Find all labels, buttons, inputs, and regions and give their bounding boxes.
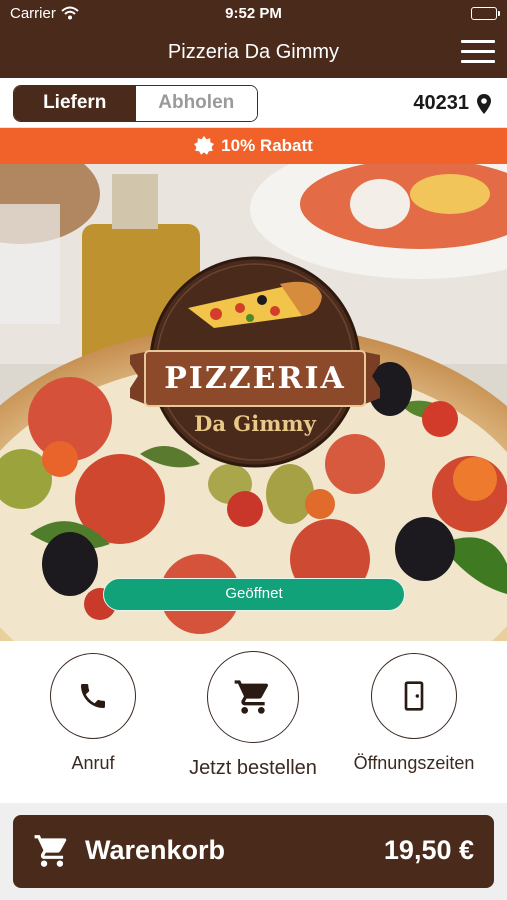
hero-banner: PIZZERIA Da Gimmy Geöffnet xyxy=(0,164,507,641)
opening-hours-button[interactable]: Öffnungszeiten xyxy=(339,653,489,774)
page-title: Pizzeria Da Gimmy xyxy=(167,41,340,63)
order-now-button[interactable]: Jetzt bestellen xyxy=(178,651,328,780)
cart-button[interactable]: Warenkorb 19,50 € xyxy=(13,815,494,888)
order-now-circle[interactable] xyxy=(207,651,299,743)
toggle-option-liefern[interactable]: Liefern xyxy=(14,86,136,121)
postal-code-selector[interactable]: 40231 xyxy=(413,92,491,115)
cart-total: 19,50 € xyxy=(383,835,474,865)
discount-text: 10% Rabatt xyxy=(221,136,313,155)
call-button-circle[interactable] xyxy=(50,653,136,739)
status-bar: Carrier 9:52 PM xyxy=(0,0,507,28)
cart-label: Warenkorb xyxy=(85,835,226,865)
logo-title: PIZZERIA xyxy=(164,361,346,396)
cart-footer: Warenkorb 19,50 € xyxy=(0,803,507,900)
app-header: Pizzeria Da Gimmy xyxy=(0,28,507,78)
toggle-option-abholen[interactable]: Abholen xyxy=(135,86,257,121)
quick-actions: Anruf Jetzt bestellen Öffnungszeiten xyxy=(0,641,507,803)
postal-code: 40231 xyxy=(413,92,469,114)
door-icon xyxy=(404,681,424,711)
discount-banner[interactable]: 10% Rabatt xyxy=(0,128,507,164)
hamburger-menu-icon[interactable] xyxy=(461,40,495,66)
pizzeria-logo: PIZZERIA Da Gimmy xyxy=(125,256,385,476)
logo-subtitle: Da Gimmy xyxy=(194,411,316,436)
clock: 9:52 PM xyxy=(225,5,282,22)
delivery-mode-toggle[interactable]: Liefern Abholen xyxy=(13,85,258,122)
order-now-label: Jetzt bestellen xyxy=(189,757,317,779)
order-mode-row: Liefern Abholen 40231 xyxy=(0,80,507,128)
badge-icon xyxy=(194,136,215,155)
cart-icon xyxy=(34,835,67,867)
opening-hours-label: Öffnungszeiten xyxy=(353,753,475,773)
call-label: Anruf xyxy=(71,753,115,773)
map-pin-icon xyxy=(477,93,491,114)
phone-icon xyxy=(81,684,105,708)
cart-icon xyxy=(234,680,268,714)
open-status-badge: Geöffnet xyxy=(103,578,405,611)
call-button[interactable]: Anruf xyxy=(18,653,168,774)
opening-hours-circle[interactable] xyxy=(371,653,457,739)
battery-icon xyxy=(471,7,500,20)
